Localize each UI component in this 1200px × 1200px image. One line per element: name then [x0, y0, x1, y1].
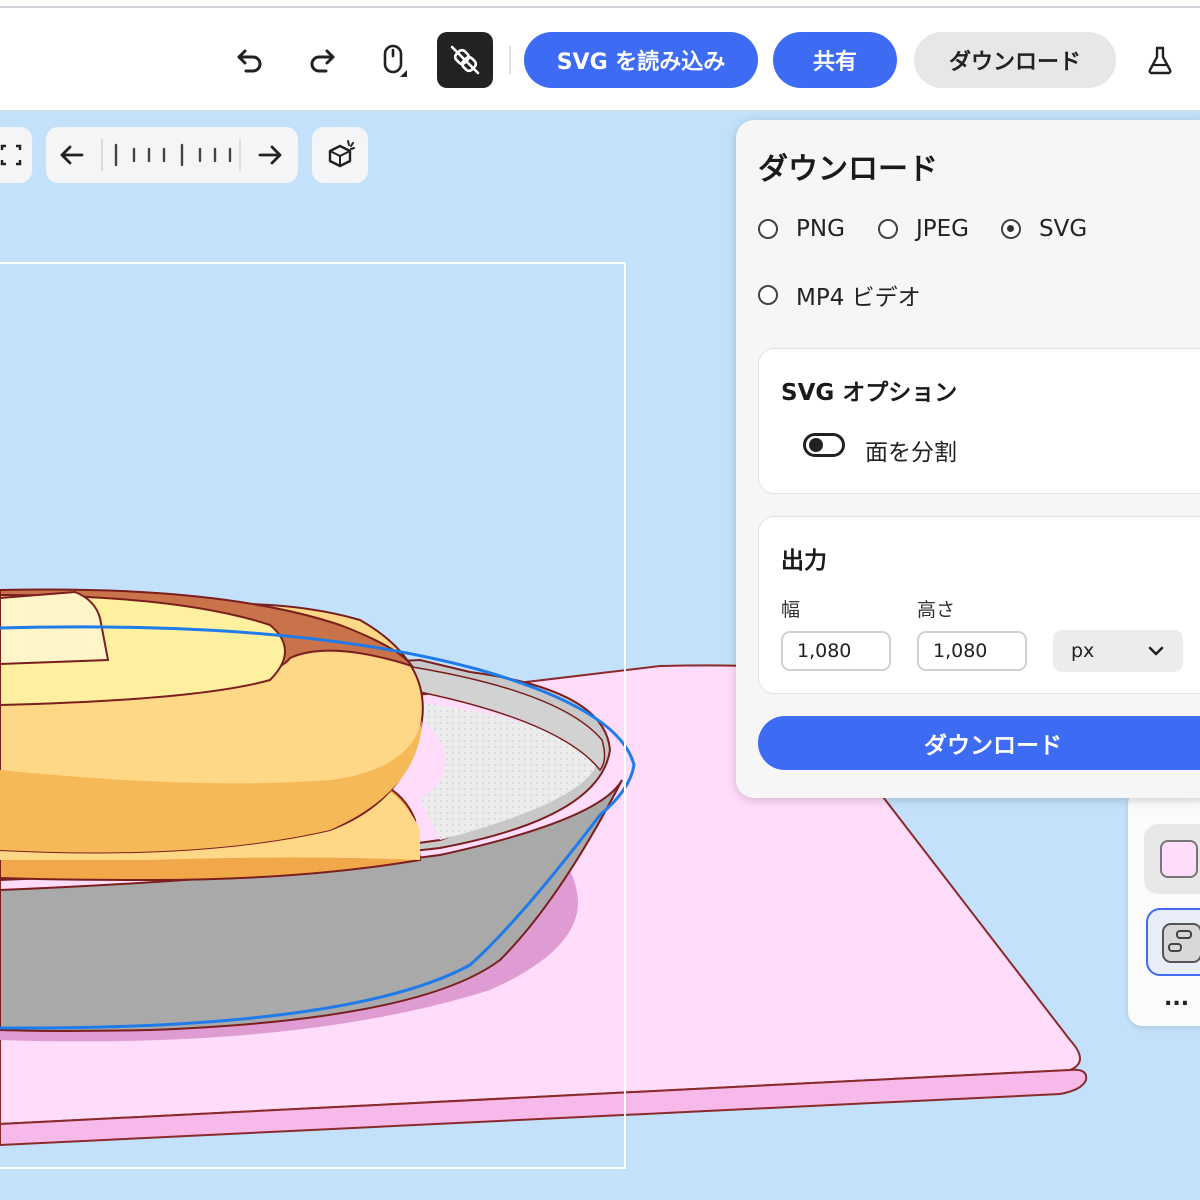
arrow-left-icon — [60, 145, 84, 165]
unlink-icon — [450, 45, 480, 75]
format-jpeg[interactable]: JPEG — [878, 216, 969, 242]
svg-options-title: SVG オプション — [781, 380, 958, 406]
more-swatches-button[interactable]: ... — [1164, 986, 1189, 1011]
download-toggle-button[interactable]: ダウンロード — [914, 32, 1116, 88]
format-svg[interactable]: SVG — [1001, 216, 1087, 242]
height-label: 高さ — [917, 599, 956, 621]
unit-value: px — [1071, 640, 1095, 662]
fit-view-button[interactable] — [0, 127, 32, 183]
chevron-down-icon — [1148, 646, 1164, 656]
toolbar-separator — [509, 46, 511, 74]
frame-icon — [0, 144, 22, 166]
radio-png[interactable] — [758, 219, 778, 239]
format-mp4-label: MP4 ビデオ — [796, 285, 921, 311]
undo-button[interactable] — [222, 32, 278, 88]
format-png[interactable]: PNG — [758, 216, 845, 242]
format-svg-label: SVG — [1039, 216, 1088, 242]
labs-button[interactable] — [1132, 32, 1188, 88]
redo-icon — [310, 49, 335, 73]
format-mp4[interactable]: MP4 ビデオ — [758, 278, 921, 312]
output-title: 出力 — [781, 548, 827, 574]
height-field[interactable]: 1,080 — [917, 631, 1027, 671]
flask-icon — [1148, 46, 1172, 75]
width-field[interactable]: 1,080 — [781, 631, 891, 671]
light-cube-icon — [328, 140, 355, 168]
panel-title: ダウンロード — [758, 152, 938, 187]
top-toolbar: SVG を読み込み 共有 ダウンロード — [0, 0, 1200, 111]
top-divider — [0, 6, 1200, 8]
toggle-knob — [809, 438, 823, 452]
mouse-icon — [383, 44, 407, 77]
download-button[interactable]: ダウンロード — [758, 716, 1200, 770]
lighting-button[interactable] — [312, 127, 368, 183]
swatch-pink-color — [1160, 840, 1198, 878]
undo-icon — [237, 49, 262, 73]
svg-options-card: SVG オプション 面を分割 — [758, 348, 1200, 494]
mouse-mode-button[interactable] — [366, 32, 422, 88]
share-button[interactable]: 共有 — [773, 32, 897, 88]
split-faces-toggle[interactable] — [803, 433, 845, 457]
width-label: 幅 — [781, 599, 801, 621]
split-faces-label: 面を分割 — [865, 440, 957, 466]
material-icon — [1162, 923, 1200, 963]
format-jpeg-label: JPEG — [916, 216, 970, 242]
unlink-button[interactable] — [437, 32, 493, 88]
download-panel: ダウンロード PNG JPEG SVG MP4 ビデオ SVG オプション 面を… — [736, 120, 1200, 798]
timeline-scrubber[interactable] — [46, 127, 298, 183]
swatch-panel: ... — [1128, 790, 1200, 1026]
output-card: 出力 幅 高さ 1,080 1,080 px — [758, 516, 1200, 694]
swatch-material[interactable] — [1146, 908, 1200, 976]
radio-mp4[interactable] — [758, 285, 778, 305]
radio-jpeg[interactable] — [878, 219, 898, 239]
arrow-right-icon — [258, 145, 282, 165]
timeline-track[interactable] — [46, 127, 298, 183]
redo-button[interactable] — [294, 32, 350, 88]
format-png-label: PNG — [796, 216, 845, 242]
import-svg-button[interactable]: SVG を読み込み — [524, 32, 758, 88]
radio-svg[interactable] — [1001, 219, 1021, 239]
swatch-pink[interactable] — [1144, 824, 1200, 894]
unit-select[interactable]: px — [1053, 630, 1183, 672]
